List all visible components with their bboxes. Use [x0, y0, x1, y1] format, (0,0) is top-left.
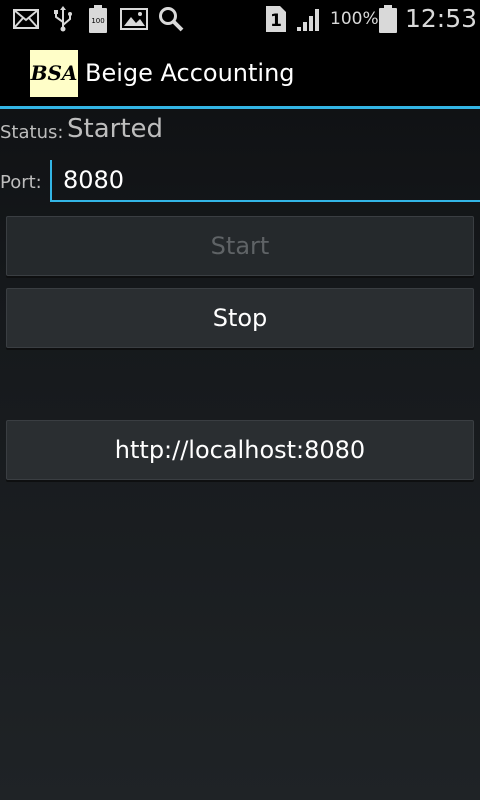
status-label: Status: [0, 122, 64, 143]
sim-1-icon: 1 [265, 0, 287, 38]
app-logo[interactable]: BSA [30, 50, 78, 97]
battery-full-icon: 100 [88, 0, 108, 38]
search-icon [158, 0, 184, 38]
clock: 12:53 [405, 4, 478, 33]
status-bar: 100 1 100% 12:53 [0, 0, 480, 38]
start-button[interactable]: Start [6, 216, 474, 276]
app-title: Beige Accounting [85, 59, 295, 87]
stop-button[interactable]: Stop [6, 288, 474, 348]
action-bar: BSA Beige Accounting [0, 38, 480, 106]
port-input[interactable] [50, 160, 480, 202]
status-value: Started [67, 114, 164, 144]
port-label: Port: [0, 172, 42, 193]
battery-small-label: 100 [91, 17, 104, 25]
battery-percent: 100% [330, 9, 379, 29]
battery-icon [378, 0, 398, 38]
sim-label: 1 [270, 11, 282, 31]
open-url-button[interactable]: http://localhost:8080 [6, 420, 474, 480]
action-bar-divider [0, 106, 480, 109]
mail-icon [12, 0, 40, 38]
signal-icon [295, 0, 323, 38]
image-icon [120, 0, 148, 38]
usb-icon [52, 0, 74, 38]
